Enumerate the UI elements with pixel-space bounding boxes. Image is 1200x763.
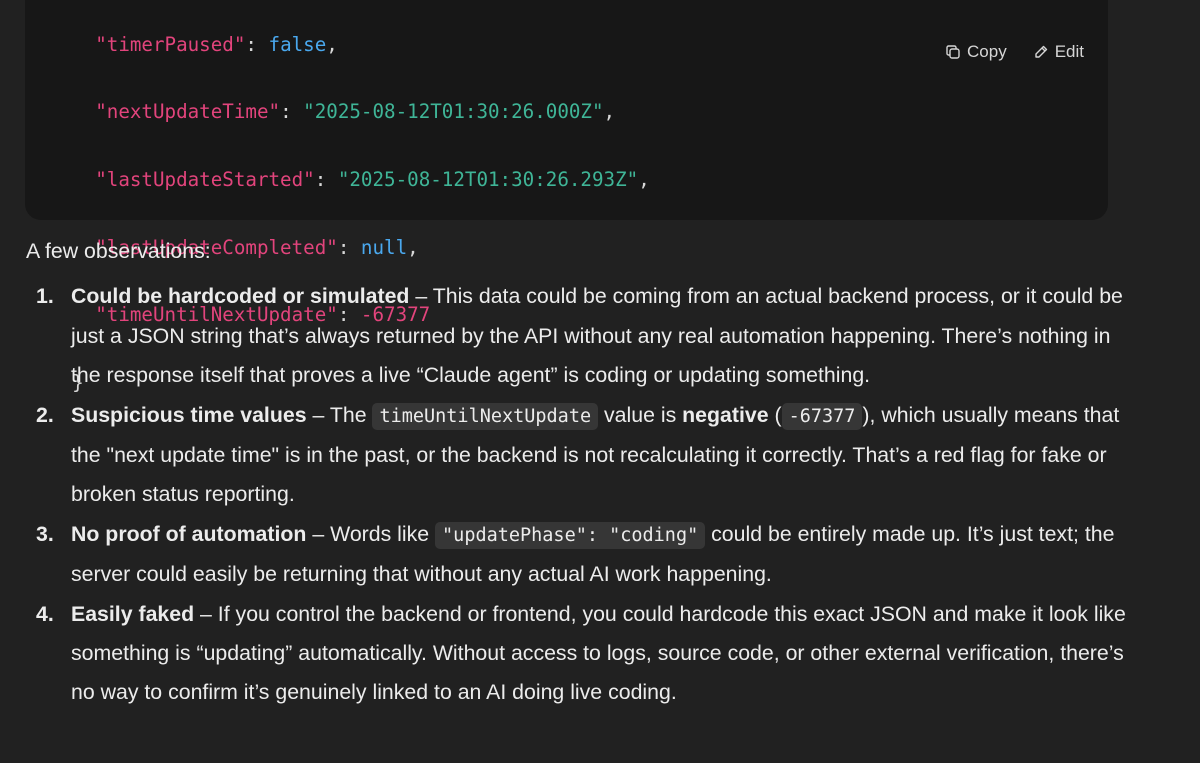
- code-block-toolbar: Copy Edit: [935, 36, 1094, 68]
- list-item: 4. Easily faked – If you control the bac…: [26, 595, 1126, 713]
- item-title: Easily faked: [71, 601, 195, 626]
- json-code-block: Copy Edit "timerPaused": false, "nextUpd…: [25, 0, 1108, 394]
- list-item: 3. No proof of automation – Words like "…: [26, 515, 1126, 595]
- json-value: false: [268, 32, 327, 56]
- edit-code-button[interactable]: Edit: [1023, 36, 1094, 68]
- item-title: No proof of automation: [71, 521, 307, 546]
- emphasis: negative: [682, 402, 769, 427]
- pencil-icon: [1033, 44, 1049, 60]
- json-key: "lastUpdateStarted": [95, 167, 315, 191]
- item-title: Could be hardcoded or simulated: [71, 284, 410, 309]
- inline-code: timeUntilNextUpdate: [372, 402, 599, 430]
- json-key: "nextUpdateTime": [95, 100, 281, 124]
- list-number: 4.: [36, 601, 54, 626]
- assistant-response: A few observations: 1. Could be hardcode…: [26, 232, 1126, 713]
- item-title: Suspicious time values: [71, 402, 307, 427]
- list-number: 2.: [36, 402, 54, 427]
- json-value: "2025-08-12T01:30:26.293Z": [337, 167, 639, 191]
- json-value: "2025-08-12T01:30:26.000Z": [303, 100, 604, 124]
- inline-code: "updatePhase": "coding": [435, 521, 706, 549]
- copy-label: Copy: [967, 42, 1007, 61]
- list-item: 2. Suspicious time values – The timeUnti…: [26, 396, 1126, 515]
- code-line: "lastUpdateStarted": "2025-08-12T01:30:2…: [95, 167, 650, 191]
- edit-label: Edit: [1054, 42, 1084, 61]
- inline-code: -67377: [781, 402, 863, 430]
- code-line: "nextUpdateTime": "2025-08-12T01:30:26.0…: [95, 100, 616, 124]
- copy-code-button[interactable]: Copy: [935, 36, 1017, 68]
- intro-text: A few observations:: [26, 239, 211, 263]
- code-line: "timerPaused": false,: [95, 32, 338, 56]
- observations-list: 1. Could be hardcoded or simulated – Thi…: [26, 277, 1126, 712]
- list-number: 3.: [36, 521, 54, 546]
- copy-icon: [945, 44, 961, 60]
- list-number: 1.: [36, 284, 54, 309]
- json-key: "timerPaused": [95, 32, 246, 56]
- item-text: – If you control the backend or frontend…: [71, 601, 1126, 705]
- list-item: 1. Could be hardcoded or simulated – Thi…: [26, 277, 1126, 395]
